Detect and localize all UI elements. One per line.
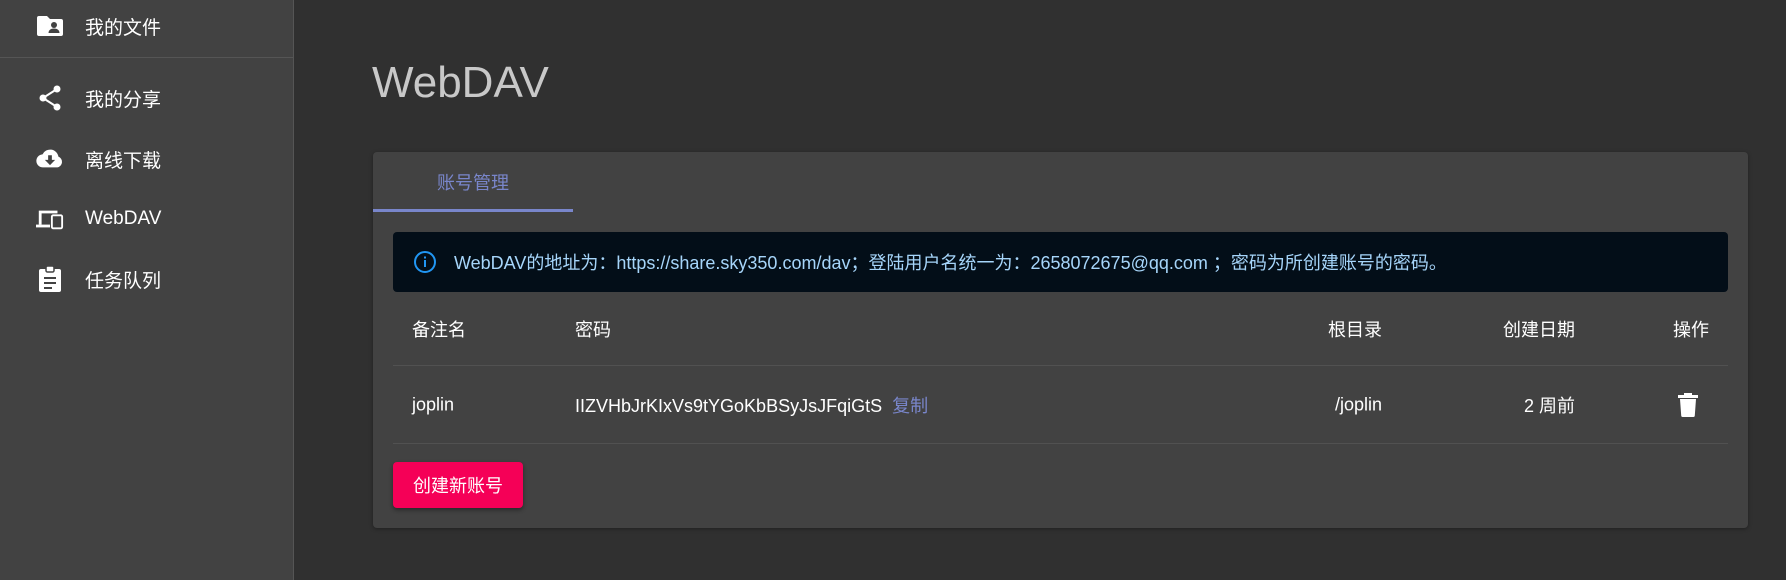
sidebar-item-webdav[interactable]: WebDAV [0,196,293,242]
header-password: 密码 [575,319,611,340]
sidebar-item-offline-download[interactable]: 离线下载 [0,136,293,182]
sidebar-item-my-files[interactable]: 我的文件 [0,3,293,49]
devices-icon [36,205,64,233]
page-title: WebDAV [372,58,549,107]
info-alert: WebDAV的地址为：https://share.sky350.com/dav；… [393,232,1728,292]
sidebar-item-label: 离线下载 [85,150,162,172]
tab-indicator [373,209,573,212]
folder-user-icon [36,12,64,40]
alert-text: WebDAV的地址为：https://share.sky350.com/dav；… [454,253,1447,273]
table-header: 备注名 密码 根目录 创建日期 操作 [393,292,1728,366]
copy-password-link[interactable]: 复制 [892,396,928,416]
sidebar-item-label: WebDAV [85,208,162,229]
info-icon [413,250,437,274]
delete-account-button[interactable] [1668,385,1708,425]
sidebar-item-label: 我的分享 [85,89,162,111]
header-created: 创建日期 [1503,319,1575,340]
row-name: joplin [412,394,455,414]
row-root: /joplin [1334,394,1382,414]
sidebar-divider [0,57,293,58]
trash-icon [1678,392,1698,417]
create-account-button[interactable]: 创建新账号 [393,462,523,508]
table-row: joplin IIZVHbJrKIxVs9tYGoKbBSyJsJFqiGtS 复… [393,366,1728,444]
clipboard-icon [36,265,64,293]
row-password: IIZVHbJrKIxVs9tYGoKbBSyJsJFqiGtS 复制 [575,392,928,418]
sidebar-item-label: 任务队列 [85,270,162,292]
header-name: 备注名 [412,319,466,340]
accounts-table: 备注名 密码 根目录 创建日期 操作 joplin IIZVHbJrKIxVs9… [393,292,1728,444]
header-root: 根目录 [1328,319,1382,340]
sidebar-item-my-shares[interactable]: 我的分享 [0,75,293,121]
share-icon [36,84,64,112]
webdav-card: 账号管理 WebDAV的地址为：https://share.sky350.com… [373,152,1748,528]
tab-account-management[interactable]: 账号管理 [373,152,573,212]
row-created: 2 周前 [1523,395,1575,416]
sidebar-item-task-queue[interactable]: 任务队列 [0,256,293,302]
header-actions: 操作 [1673,319,1709,340]
sidebar-item-label: 我的文件 [85,17,162,39]
sidebar: 我的文件 我的分享 离线下载 WebDAV 任务队列 [0,0,294,580]
password-value: IIZVHbJrKIxVs9tYGoKbBSyJsJFqiGtS [575,395,883,416]
cloud-download-icon [36,145,64,173]
